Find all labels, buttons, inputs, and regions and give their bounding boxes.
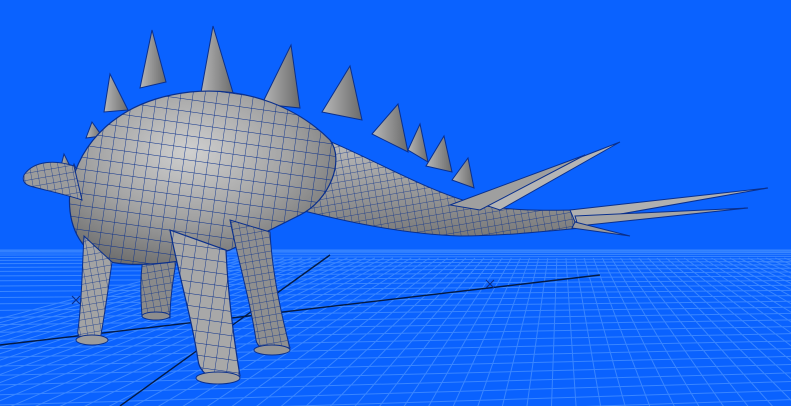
grid-line — [565, 257, 577, 406]
grid-line — [0, 267, 791, 272]
grid-line — [574, 257, 602, 406]
grid-line — [0, 372, 791, 396]
grid-line — [0, 364, 791, 386]
dorsal-plate — [371, 102, 409, 153]
grid-line — [0, 275, 791, 282]
foot — [75, 334, 109, 346]
dorsal-plate — [139, 29, 167, 89]
foot — [141, 311, 171, 321]
grid-line — [583, 257, 626, 406]
dorsal-plate — [425, 134, 453, 173]
3d-viewport[interactable] — [0, 0, 791, 406]
grid-line — [526, 257, 549, 406]
grid-line — [0, 319, 791, 333]
viewport-canvas[interactable] — [0, 0, 791, 406]
body-mesh — [69, 91, 336, 265]
grid-line — [0, 333, 791, 350]
foot — [253, 344, 291, 356]
dorsal-plate — [321, 64, 363, 121]
neck-head-mesh — [23, 162, 82, 200]
grid-line — [0, 280, 791, 287]
grid-line — [0, 348, 791, 367]
tail-spike — [571, 221, 631, 237]
dorsal-plate — [451, 156, 475, 189]
dorsal-plate — [103, 72, 129, 113]
ground-grid — [0, 249, 791, 406]
grid-line — [0, 340, 791, 358]
dorsal-plate — [407, 122, 429, 164]
dorsal-plate — [199, 25, 235, 99]
pivot-marker[interactable] — [485, 279, 495, 289]
dorsal-plate — [261, 43, 301, 109]
foot — [195, 371, 241, 385]
far-hind-leg-right-mesh — [230, 220, 290, 353]
